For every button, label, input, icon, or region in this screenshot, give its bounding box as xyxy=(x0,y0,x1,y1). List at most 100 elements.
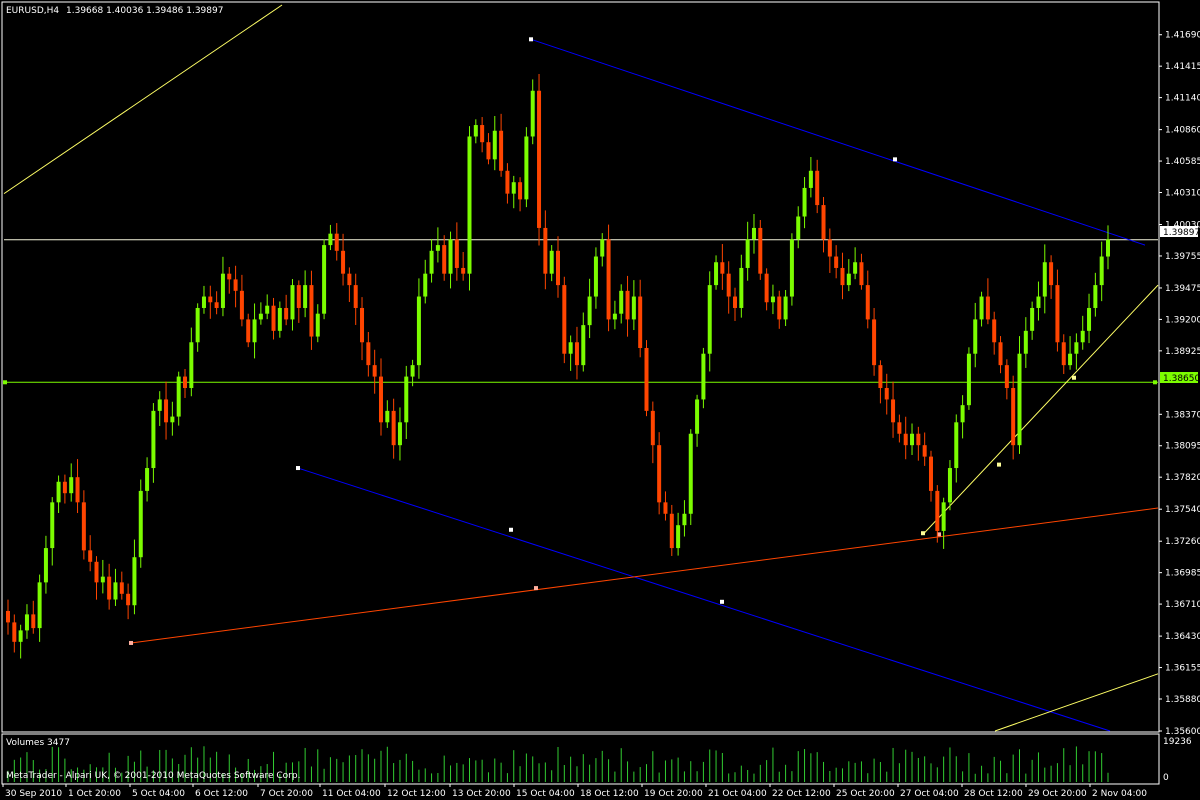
bear-candle xyxy=(246,319,251,343)
bull-candle xyxy=(113,582,118,600)
bull-candle xyxy=(429,250,434,274)
anchor-point xyxy=(3,380,7,385)
bear-candle xyxy=(1061,342,1066,366)
bull-candle xyxy=(322,245,327,314)
bear-candle xyxy=(663,502,668,514)
bear-candle xyxy=(518,182,523,200)
bear-candle xyxy=(62,481,67,494)
bull-candle xyxy=(170,416,175,423)
bear-candle xyxy=(309,285,314,337)
bear-candle xyxy=(884,388,889,400)
bear-candle xyxy=(992,319,997,343)
bull-candle xyxy=(220,273,225,308)
bull-candle xyxy=(739,267,744,308)
bear-candle xyxy=(1011,388,1016,446)
bull-candle xyxy=(695,399,700,434)
price-tick-label: 1.41415 xyxy=(1165,62,1200,72)
bear-candle xyxy=(928,456,933,491)
bear-candle xyxy=(119,582,124,594)
bear-candle xyxy=(916,433,921,446)
bull-candle xyxy=(947,468,952,503)
bear-candle xyxy=(815,170,820,206)
bear-candle xyxy=(12,622,17,642)
bull-candle xyxy=(37,582,42,629)
bear-candle xyxy=(859,262,864,286)
volume-zero-label: 0 xyxy=(1163,773,1169,783)
bull-candle xyxy=(846,273,851,286)
price-tick-label: 1.38095 xyxy=(1165,442,1200,452)
bull-candle xyxy=(701,353,706,400)
time-tick-label: 13 Oct 20:00 xyxy=(452,789,511,799)
time-tick-label: 28 Oct 12:00 xyxy=(964,789,1023,799)
bull-candle xyxy=(714,262,719,286)
bull-candle xyxy=(682,513,687,526)
time-tick-label: 6 Oct 12:00 xyxy=(195,789,248,799)
bear-candle xyxy=(537,90,542,228)
bull-candle xyxy=(397,422,402,446)
bull-candle xyxy=(808,170,813,188)
bull-candle xyxy=(416,296,421,366)
bull-candle xyxy=(328,233,333,246)
bear-candle xyxy=(31,614,36,629)
time-tick-label: 22 Oct 12:00 xyxy=(772,789,831,799)
bear-candle xyxy=(878,365,883,389)
bull-candle xyxy=(315,313,320,337)
bull-candle xyxy=(745,239,750,268)
bear-candle xyxy=(574,342,579,366)
bull-candle xyxy=(853,262,858,274)
bull-candle xyxy=(619,290,624,314)
bull-candle xyxy=(100,576,105,583)
bear-candle xyxy=(650,410,655,446)
anchor-point xyxy=(509,527,513,532)
bear-candle xyxy=(271,305,276,331)
bear-candle xyxy=(606,239,611,320)
bull-candle xyxy=(50,502,55,549)
bull-candle xyxy=(941,502,946,531)
time-tick-label: 5 Oct 04:00 xyxy=(132,789,185,799)
bear-candle xyxy=(720,262,725,274)
anchor-point xyxy=(1153,380,1157,385)
price-tick-label: 1.35880 xyxy=(1165,695,1200,705)
price-tick-label: 1.40310 xyxy=(1165,189,1200,199)
bull-candle xyxy=(303,285,308,308)
bear-candle xyxy=(378,376,383,423)
bear-candle xyxy=(556,250,560,286)
bear-candle xyxy=(891,399,896,423)
bear-candle xyxy=(454,239,459,268)
time-tick-label: 21 Oct 04:00 xyxy=(708,789,767,799)
bear-candle xyxy=(6,610,10,623)
price-tick-label: 1.39755 xyxy=(1165,252,1200,262)
bear-candle xyxy=(499,130,504,171)
anchor-point xyxy=(720,599,724,604)
time-tick-label: 29 Oct 20:00 xyxy=(1028,789,1087,799)
bear-candle xyxy=(126,593,131,606)
bear-candle xyxy=(88,550,93,562)
bull-candle xyxy=(277,307,282,331)
bull-candle xyxy=(688,433,693,514)
bull-candle xyxy=(1017,353,1022,446)
bull-candle xyxy=(252,319,257,343)
price-tick-label: 1.36710 xyxy=(1165,600,1200,610)
bull-candle xyxy=(593,256,598,297)
bear-candle xyxy=(657,445,662,503)
bear-candle xyxy=(897,422,902,434)
bull-candle xyxy=(18,630,23,642)
anchor-point xyxy=(534,586,538,591)
bull-candle xyxy=(796,216,801,240)
bear-candle xyxy=(764,273,769,303)
symbol-label: EURUSD,H4 xyxy=(6,6,59,16)
bear-candle xyxy=(183,376,188,389)
price-chart[interactable]: 1.41690 1.41415 1.41140 1.40860 1.40585 1.403… xyxy=(0,0,1200,800)
bull-candle xyxy=(132,557,137,606)
bear-candle xyxy=(562,285,567,354)
bull-candle xyxy=(195,307,200,343)
bull-candle xyxy=(612,313,617,320)
bull-candle xyxy=(1036,296,1041,308)
bull-candle xyxy=(581,325,586,366)
bear-candle xyxy=(284,307,289,320)
bear-candle xyxy=(669,513,674,549)
bull-candle xyxy=(1074,342,1079,354)
bull-candle xyxy=(467,136,472,274)
bull-candle xyxy=(770,296,775,303)
time-tick-label: 2 Nov 04:00 xyxy=(1092,789,1147,799)
